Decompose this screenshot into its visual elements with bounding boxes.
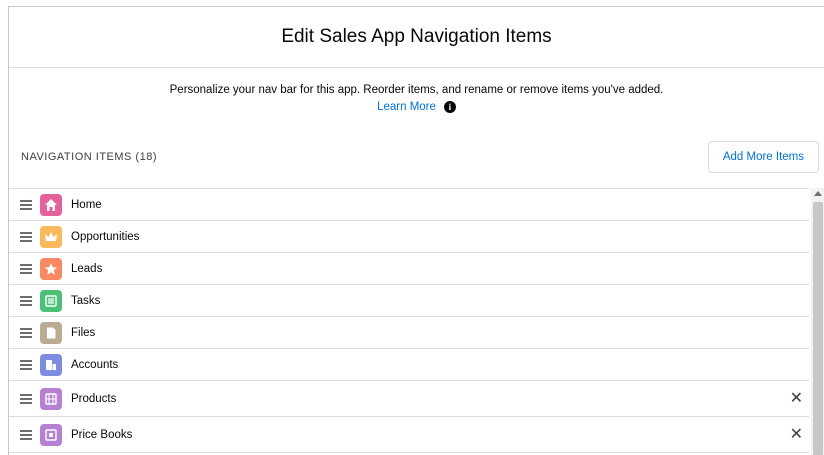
nav-item-label: Price Books	[71, 428, 133, 441]
star-icon	[40, 257, 62, 280]
modal-title: Edit Sales App Navigation Items	[281, 26, 552, 47]
checklist-icon	[40, 289, 62, 312]
navigation-items-header: NAVIGATION ITEMS (18) Add More Items	[9, 140, 824, 174]
nav-item-label: Accounts	[71, 358, 119, 371]
product-icon	[40, 387, 62, 410]
nav-item-leads[interactable]: Leads	[9, 253, 809, 285]
drag-handle-icon[interactable]	[20, 198, 32, 212]
info-icon[interactable]: i	[443, 101, 456, 113]
edit-navigation-modal: Edit Sales App Navigation Items Personal…	[8, 6, 824, 455]
nav-item-tasks[interactable]: Tasks	[9, 285, 809, 317]
navigation-items-label: NAVIGATION ITEMS (18)	[21, 151, 157, 163]
drag-handle-icon[interactable]	[20, 230, 32, 244]
nav-item-opportunities[interactable]: Opportunities	[9, 221, 809, 253]
drag-handle-icon[interactable]	[20, 294, 32, 308]
pricebook-icon	[40, 423, 62, 446]
nav-item-label: Leads	[71, 262, 103, 275]
modal-header: Edit Sales App Navigation Items	[9, 7, 824, 68]
crown-icon	[40, 225, 62, 248]
navigation-items-list: Home Opportunities Leads Tasks Files Acc…	[9, 188, 809, 455]
drag-handle-icon[interactable]	[20, 262, 32, 276]
remove-item-icon[interactable]: ✕	[790, 426, 803, 443]
nav-item-price-books[interactable]: Price Books ✕	[9, 417, 809, 453]
scrollbar-thumb[interactable]	[813, 202, 823, 455]
remove-item-icon[interactable]: ✕	[790, 390, 803, 407]
home-icon	[40, 193, 62, 216]
drag-handle-icon[interactable]	[20, 326, 32, 340]
account-icon	[40, 353, 62, 376]
drag-handle-icon[interactable]	[20, 392, 32, 406]
nav-item-products[interactable]: Products ✕	[9, 381, 809, 417]
nav-item-home[interactable]: Home	[9, 189, 809, 221]
nav-item-label: Products	[71, 392, 117, 405]
list-scrollbar[interactable]	[811, 188, 824, 455]
nav-item-files[interactable]: Files	[9, 317, 809, 349]
drag-handle-icon[interactable]	[20, 358, 32, 372]
nav-item-label: Tasks	[71, 294, 101, 307]
nav-item-label: Files	[71, 326, 96, 339]
intro-text-block: Personalize your nav bar for this app. R…	[9, 68, 824, 113]
nav-item-label: Home	[71, 198, 102, 211]
nav-item-label: Opportunities	[71, 230, 140, 243]
add-more-items-button[interactable]: Add More Items	[707, 141, 819, 173]
nav-item-accounts[interactable]: Accounts	[9, 349, 809, 381]
intro-text: Personalize your nav bar for this app. R…	[169, 84, 664, 96]
file-icon	[40, 321, 62, 344]
drag-handle-icon[interactable]	[20, 428, 32, 442]
learn-more-link[interactable]: Learn More	[377, 101, 436, 113]
scroll-up-arrow-icon[interactable]	[814, 191, 822, 196]
